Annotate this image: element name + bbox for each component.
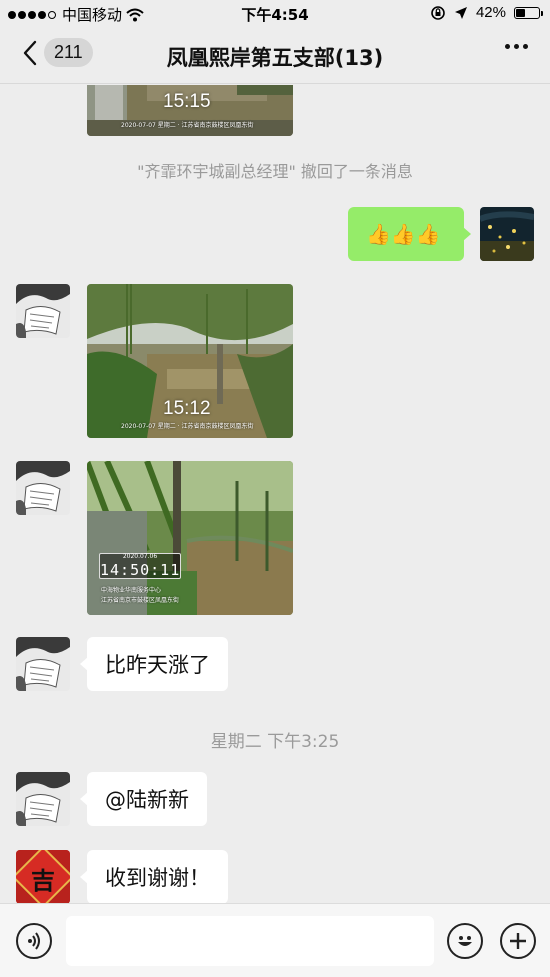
smile-icon [458,936,472,946]
avatar-image [16,461,70,515]
location-icon [454,6,467,19]
plus-icon [510,933,526,949]
status-bar: 中国移动 下午4:54 42% [0,0,550,28]
message-input[interactable] [66,916,434,966]
sender-avatar[interactable] [16,637,70,691]
avatar-image [16,637,70,691]
voice-icon [28,932,40,950]
lucky-char: 吉 [31,866,55,895]
photo-watermark-1: 中海物业华南服务中心 [101,587,162,594]
photo-timestamp: 15:15 [163,91,211,112]
sender-avatar[interactable] [16,461,70,515]
more-functions-button[interactable] [500,923,536,959]
widget-time: 14:50:11 [100,561,181,579]
photo-watermark-2: 江苏省南京市鼓楼区凤凰东街 [101,597,180,604]
battery-percent: 42% [475,4,506,21]
more-options-button[interactable] [505,44,528,49]
my-avatar[interactable] [480,207,534,261]
battery-level [516,8,526,17]
sender-avatar-lucky[interactable]: 吉 [16,850,70,903]
message-text: 比昨天涨了 [105,653,210,677]
voice-input-button[interactable] [16,923,52,959]
sender-avatar[interactable] [16,772,70,826]
widget-date: 2020.07.06 [122,553,158,560]
thumbs-up-text: 👍👍👍 [366,222,441,246]
status-right: 42% [430,4,543,21]
avatar-image [480,207,534,261]
avatar-image [16,772,70,826]
input-bar [0,903,550,977]
photo-message-2[interactable]: 2020.07.06 14:50:11 中海物业华南服务中心 江苏省南京市鼓楼区… [87,461,293,615]
timestamp-widget: 2020.07.06 14:50:11 [99,553,181,579]
text-message[interactable]: 收到谢谢！ [80,850,228,903]
orientation-lock-icon [431,5,445,20]
photo-timestamp: 15:12 [163,398,211,419]
emoji-button[interactable] [447,923,483,959]
avatar-image [16,284,70,338]
photo-watermark: 2020-07-07 星期二 · 江苏省南京鼓楼区凤凰东街 [121,122,254,129]
message-text: @陆新新 [105,788,189,812]
chat-title: 凤凰熙岸第五支部(13) [166,46,384,70]
chat-timestamp: 星期二 下午3:25 [210,732,340,752]
photo-watermark: 2020-07-07 星期二 · 江苏省南京鼓楼区凤凰东街 [121,423,254,430]
message-list[interactable]: 15:15 2020-07-07 星期二 · 江苏省南京鼓楼区凤凰东街 "齐霏环… [0,85,550,903]
message-text: 收到谢谢！ [105,866,210,890]
sender-avatar[interactable] [16,284,70,338]
text-message[interactable]: 比昨天涨了 [80,637,228,691]
chat-header: 211 凤凰熙岸第五支部(13) [0,28,550,84]
thumbs-up-bubble[interactable]: 👍👍👍 [348,207,471,261]
recall-notice: "齐霏环宇城副总经理" 撤回了一条消息 [137,162,413,181]
battery-icon [514,6,543,19]
photo-message-1[interactable]: 15:12 2020-07-07 星期二 · 江苏省南京鼓楼区凤凰东街 [87,284,293,438]
photo-message-top[interactable]: 15:15 2020-07-07 星期二 · 江苏省南京鼓楼区凤凰东街 [87,85,293,136]
text-message[interactable]: @陆新新 [80,772,207,826]
